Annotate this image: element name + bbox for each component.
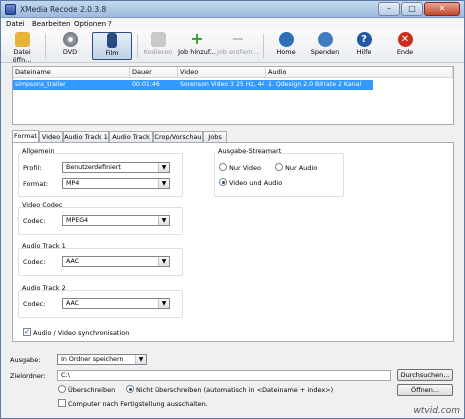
sync-checkbox[interactable]: ✓ <box>23 328 31 336</box>
open-file-button[interactable]: Datei öffn... <box>3 32 41 64</box>
audio2-codec-select[interactable]: AAC ▼ <box>62 298 170 309</box>
radio-ueberschreiben[interactable] <box>58 385 66 393</box>
radio-nicht-ueberschreiben[interactable] <box>126 385 134 393</box>
donate-icon <box>317 32 333 47</box>
chevron-down-icon: ▼ <box>158 163 169 172</box>
ausgabe-label: Ausgabe: <box>10 356 41 364</box>
toolbar: Datei öffn... DVD Film Kodieren + Job hi… <box>1 29 464 64</box>
cell-video: Sorenson Video 3 25 Hz, 44... <box>180 81 264 88</box>
app-icon <box>5 4 16 15</box>
column-header-video[interactable]: Video <box>178 67 266 78</box>
file-list[interactable]: Dateiname Dauer Video Audio simpsons_tra… <box>12 66 454 125</box>
title-bar[interactable]: XMedia Recode 2.0.3.8 – □ ✕ <box>1 1 464 18</box>
close-button[interactable]: ✕ <box>424 2 460 16</box>
radio-ueberschreiben-label: Überschreiben <box>68 386 116 394</box>
radio-nur-audio[interactable] <box>275 163 283 171</box>
tab-audio-track-2[interactable]: Audio Track 2 <box>109 131 153 151</box>
video-codec-select[interactable]: MPEG4 ▼ <box>62 215 170 226</box>
table-row[interactable]: simpsons_trailer 00:01:46 Sorenson Video… <box>13 80 373 90</box>
group-stream <box>214 153 344 197</box>
format-label: Format: <box>23 180 49 188</box>
shutdown-label: Computer nach Fertigstellung ausschalten… <box>68 400 208 408</box>
menu-optionen[interactable]: Optionen <box>74 20 106 28</box>
audio2-codec-label: Codec: <box>23 300 46 308</box>
browse-button[interactable]: Durchsuchen... <box>397 369 453 381</box>
zielordner-label: Zielordner: <box>10 372 46 380</box>
radio-video-und-audio[interactable] <box>219 178 227 186</box>
radio-nur-video[interactable] <box>219 163 227 171</box>
minimize-button[interactable]: – <box>378 2 400 16</box>
chevron-down-icon: ▼ <box>158 216 169 225</box>
open-folder-icon <box>14 32 30 47</box>
column-header-dateiname[interactable]: Dateiname <box>13 67 130 78</box>
tab-audio-track-1[interactable]: Audio Track 1 <box>63 131 109 142</box>
audio1-codec-label: Codec: <box>23 258 46 266</box>
sync-label: Audio / Video synchronisation <box>33 329 130 337</box>
column-header-audio[interactable]: Audio <box>266 67 453 78</box>
open-button[interactable]: Öffnen... <box>397 384 453 396</box>
group-allgemein <box>18 153 183 197</box>
add-job-button[interactable]: + Job hinzuf... <box>177 29 217 60</box>
encode-button[interactable]: Kodieren <box>140 32 176 60</box>
cell-audio: 1. Qdesign 2.0 Bitrate 2 Kanal <box>268 81 362 88</box>
film-button[interactable]: Film <box>92 32 132 60</box>
home-button[interactable]: Home <box>269 32 303 60</box>
cell-filename: simpsons_trailer <box>15 81 66 88</box>
donate-button[interactable]: Spenden <box>308 32 342 60</box>
radio-nur-video-label: Nur Video <box>229 164 261 172</box>
dvd-button[interactable]: DVD <box>53 32 87 60</box>
profil-select[interactable]: Benutzerdefiniert ▼ <box>62 162 170 173</box>
menu-bearbeiten[interactable]: Bearbeiten <box>32 20 70 28</box>
format-select[interactable]: MP4 ▼ <box>62 178 170 189</box>
exit-icon: ✕ <box>397 32 413 47</box>
add-job-icon: + <box>190 29 204 48</box>
audio1-codec-select[interactable]: AAC ▼ <box>62 256 170 267</box>
video-codec-label: Codec: <box>23 217 46 225</box>
chevron-down-icon: ▼ <box>158 299 169 308</box>
maximize-button[interactable]: □ <box>401 2 423 16</box>
ausgabe-select[interactable]: In Ordner speichern ▼ <box>57 354 147 365</box>
remove-job-button[interactable]: − Job entfern... <box>217 29 259 60</box>
tab-video[interactable]: Video <box>39 131 63 142</box>
help-button[interactable]: ? Hilfe <box>347 32 381 60</box>
zielordner-input[interactable]: C:\ <box>57 370 391 381</box>
shutdown-checkbox[interactable] <box>58 399 66 407</box>
dvd-icon <box>62 32 78 47</box>
window-title: XMedia Recode 2.0.3.8 <box>20 5 107 14</box>
chevron-down-icon: ▼ <box>158 179 169 188</box>
tab-crop-preview[interactable]: Crop/Vorschau <box>153 131 203 142</box>
film-icon <box>107 33 117 48</box>
radio-nur-audio-label: Nur Audio <box>285 164 318 172</box>
menu-help[interactable]: ? <box>108 20 112 28</box>
home-icon <box>278 32 294 47</box>
cell-duration: 00:01:46 <box>132 81 160 88</box>
chevron-down-icon: ▼ <box>135 355 146 364</box>
radio-nicht-ueberschreiben-label: Nicht überschreiben (automatisch in <Dat… <box>136 386 334 394</box>
watermark: wtvid.com <box>413 406 460 416</box>
format-panel: Allgemein Profil: Benutzerdefiniert ▼ For… <box>12 142 454 342</box>
encode-icon <box>150 32 166 47</box>
exit-button[interactable]: ✕ Ende <box>388 32 422 60</box>
menu-datei[interactable]: Datei <box>6 20 25 28</box>
remove-job-icon: − <box>231 29 245 48</box>
chevron-down-icon: ▼ <box>158 257 169 266</box>
column-header-dauer[interactable]: Dauer <box>130 67 178 78</box>
help-icon: ? <box>356 32 372 47</box>
tab-jobs[interactable]: Jobs <box>203 131 227 142</box>
app-window: XMedia Recode 2.0.3.8 – □ ✕ Datei Bearbe… <box>0 0 465 419</box>
profil-label: Profil: <box>23 164 42 172</box>
radio-video-und-audio-label: Video und Audio <box>229 179 283 187</box>
